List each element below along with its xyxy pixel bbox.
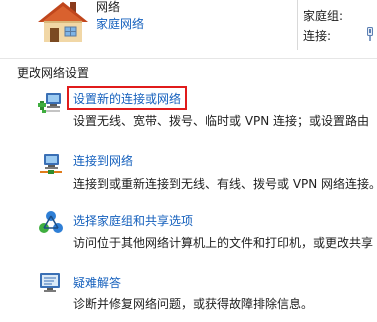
troubleshoot-icon	[40, 273, 60, 292]
network-name: 网络	[96, 0, 121, 14]
network-setup-icon	[38, 93, 61, 113]
vertical-divider	[297, 0, 298, 50]
connect-to-network-link[interactable]: 连接到网络	[73, 154, 133, 168]
homegroup-label: 家庭组:	[303, 9, 344, 23]
setup-new-connection-description: 设置无线、宽带、拨号、临时或 VPN 连接；或设置路由	[73, 114, 370, 128]
homegroup-sharing-link[interactable]: 选择家庭组和共享选项	[73, 214, 193, 228]
change-network-settings-heading: 更改网络设置	[17, 66, 90, 80]
connect-network-icon	[40, 154, 62, 174]
connect-to-network-description: 连接到或重新连接到无线、有线、拨号或 VPN 网络连接。	[73, 177, 377, 191]
troubleshoot-description: 诊断并修复网络问题，或获得故障排除信息。	[73, 297, 314, 311]
troubleshoot-link[interactable]: 疑难解答	[73, 276, 121, 290]
network-type-link[interactable]: 家庭网络	[96, 17, 144, 31]
connection-label: 连接:	[303, 29, 332, 43]
homegroup-sharing-icon	[39, 211, 63, 233]
homegroup-sharing-description: 访问位于其他网络计算机上的文件和打印机，或更改共享	[73, 236, 374, 250]
home-network-icon	[38, 2, 88, 42]
wired-connection-icon[interactable]	[366, 27, 374, 41]
setup-new-connection-link[interactable]: 设置新的连接或网络	[73, 92, 181, 106]
section-divider	[0, 58, 377, 59]
